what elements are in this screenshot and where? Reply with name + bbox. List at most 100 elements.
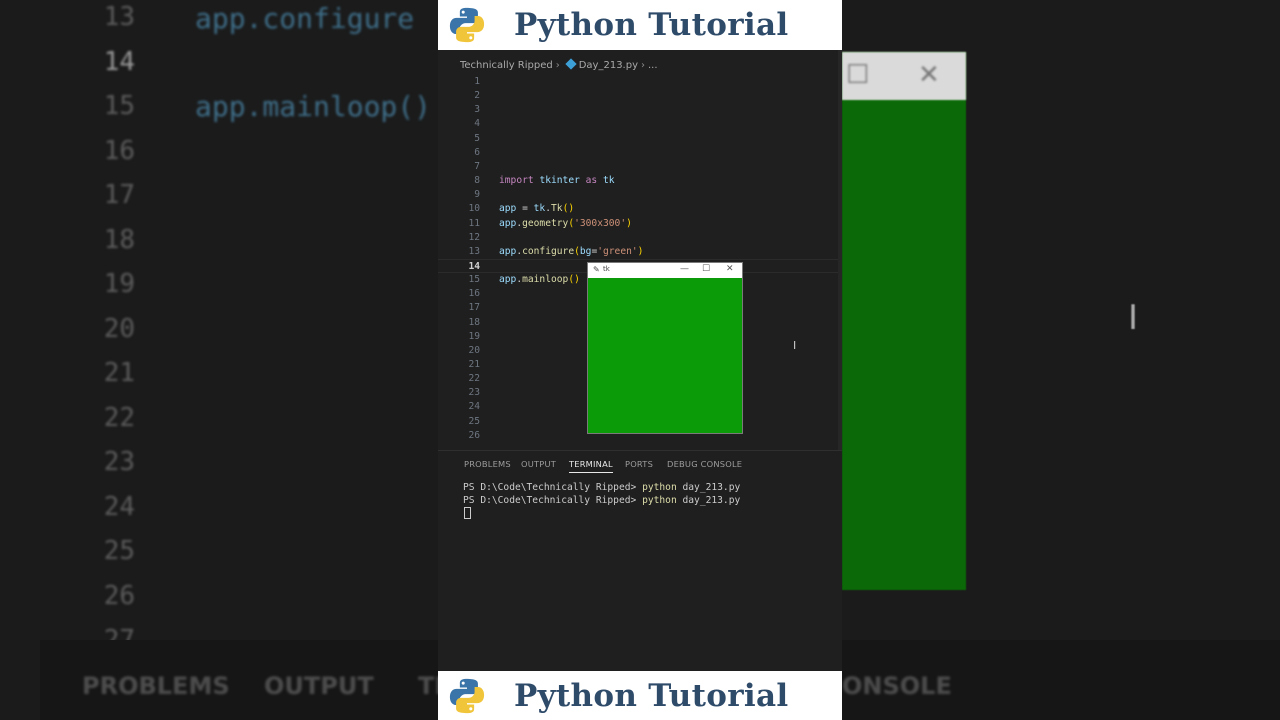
bg-line-number: 18	[103, 224, 135, 255]
tab-debug-console[interactable]: DEBUG CONSOLE	[667, 459, 742, 469]
terminal-command: python	[642, 482, 677, 493]
breadcrumb-more[interactable]: ...	[648, 60, 658, 71]
line-number: 3	[474, 104, 480, 116]
line-number: 12	[468, 231, 480, 243]
code-line[interactable]: 5	[438, 132, 842, 146]
code-token: app	[499, 245, 517, 257]
code-line[interactable]: 6	[438, 146, 842, 160]
bg-tab-output: OUTPUT	[264, 672, 374, 700]
code-text: import tkinter as tk	[499, 174, 615, 188]
editor-scrollbar[interactable]	[838, 50, 842, 450]
line-number: 19	[468, 330, 480, 342]
minimize-icon[interactable]: —	[680, 264, 689, 274]
terminal-argument: day_213.py	[676, 482, 741, 493]
code-line[interactable]: 11 app.geometry('300x300')	[438, 217, 842, 231]
bg-line-number: 26	[103, 580, 135, 611]
code-line[interactable]: 7	[438, 160, 842, 174]
tk-window-titlebar[interactable]: ✎ tk — ☐ ✕	[588, 263, 742, 278]
banner-title: Python Tutorial	[514, 677, 789, 714]
terminal-command: python	[642, 495, 677, 506]
code-text: app.mainloop()	[499, 273, 580, 287]
code-line[interactable]: 2	[438, 89, 842, 103]
code-token: =	[516, 203, 534, 215]
tab-terminal[interactable]: TERMINAL	[569, 459, 613, 473]
chevron-right-icon: ›	[555, 60, 560, 71]
bg-line-number: 17	[103, 180, 135, 210]
line-number: 1	[474, 76, 480, 87]
terminal-line: PS D:\Code\Technically Ripped> python da…	[463, 495, 740, 506]
code-line[interactable]: 9	[438, 188, 842, 202]
code-token: import	[499, 175, 534, 187]
terminal-cursor[interactable]	[464, 507, 471, 519]
code-text: app = tk.Tk()	[499, 202, 574, 216]
close-icon[interactable]: ✕	[726, 264, 734, 274]
bg-text-cursor-icon: I	[1128, 298, 1139, 338]
terminal-prompt: PS D:\Code\Technically Ripped>	[463, 482, 643, 493]
line-number: 9	[474, 189, 480, 201]
code-token: app	[499, 203, 517, 215]
code-token: tkinter	[539, 175, 580, 187]
code-text: app.geometry('300x300')	[499, 217, 632, 231]
code-token: Tk	[551, 203, 563, 215]
line-number: 8	[474, 175, 480, 187]
bg-line-number: 15	[103, 91, 135, 121]
bg-maximize-icon: ☐	[846, 60, 870, 90]
tab-ports[interactable]: PORTS	[625, 459, 653, 469]
code-token: geometry	[522, 217, 569, 229]
line-number: 16	[468, 288, 480, 300]
line-number: 18	[468, 316, 480, 328]
code-token: )	[637, 245, 644, 257]
python-logo-icon	[449, 678, 485, 713]
code-token: '300x300'	[574, 217, 627, 229]
tk-window[interactable]: ✎ tk — ☐ ✕	[587, 262, 743, 434]
bg-line-number: 19	[103, 269, 135, 299]
line-number: 22	[468, 373, 480, 385]
video-frame: Python Tutorial Technically Ripped › Day_2…	[438, 0, 842, 720]
line-number: 11	[468, 217, 480, 229]
maximize-icon[interactable]: ☐	[702, 264, 710, 274]
code-token: app	[499, 217, 517, 229]
line-number: 5	[474, 132, 480, 144]
bg-gutter: 131415161718192021222324252627	[0, 0, 180, 655]
bottom-banner: Python Tutorial	[438, 671, 842, 720]
panel-tabs: PROBLEMS OUTPUT TERMINAL PORTS DEBUG CON…	[438, 459, 842, 477]
code-line[interactable]: 3	[438, 103, 842, 117]
code-token: app	[499, 274, 517, 286]
bg-code-line-13: app.configure	[195, 2, 415, 35]
tk-window-title: tk	[603, 265, 610, 273]
breadcrumb-folder[interactable]: Technically Ripped	[460, 60, 553, 71]
line-number: 14	[468, 260, 480, 272]
bottom-panel: PROBLEMS OUTPUT TERMINAL PORTS DEBUG CON…	[438, 450, 842, 672]
line-number: 21	[468, 359, 480, 370]
bg-line-number: 14	[103, 46, 135, 77]
terminal-argument: day_213.py	[676, 495, 741, 506]
terminal-line: PS D:\Code\Technically Ripped> python da…	[463, 482, 740, 493]
bg-tk-window	[842, 52, 966, 590]
bg-close-icon: ✕	[918, 60, 940, 90]
bg-line-number: 13	[103, 2, 135, 32]
line-number: 7	[474, 160, 480, 172]
code-token: as	[585, 175, 598, 187]
code-line[interactable]: 12	[438, 231, 842, 245]
code-line[interactable]: 10 app = tk.Tk()	[438, 202, 842, 216]
tab-problems[interactable]: PROBLEMS	[464, 459, 511, 469]
code-line[interactable]: 1	[438, 75, 842, 89]
bg-line-number: 25	[103, 536, 135, 566]
line-number: 6	[474, 146, 480, 158]
code-token: mainloop	[522, 274, 569, 286]
breadcrumb-file[interactable]: Day_213.py	[579, 60, 638, 71]
code-token: configure	[522, 245, 575, 257]
code-line[interactable]: 13 app.configure(bg='green')	[438, 245, 842, 259]
code-line[interactable]: 4	[438, 117, 842, 131]
bg-line-number: 21	[103, 358, 135, 388]
tab-output[interactable]: OUTPUT	[521, 459, 556, 469]
text-cursor-icon: I	[793, 339, 797, 352]
feather-icon: ✎	[593, 265, 600, 274]
line-number: 13	[468, 245, 480, 257]
terminal-prompt: PS D:\Code\Technically Ripped>	[463, 495, 643, 506]
code-token: tk	[603, 175, 615, 187]
line-number: 2	[474, 90, 480, 102]
line-number: 25	[468, 415, 480, 427]
code-line[interactable]: 8 import tkinter as tk	[438, 174, 842, 188]
line-number: 17	[468, 302, 480, 314]
